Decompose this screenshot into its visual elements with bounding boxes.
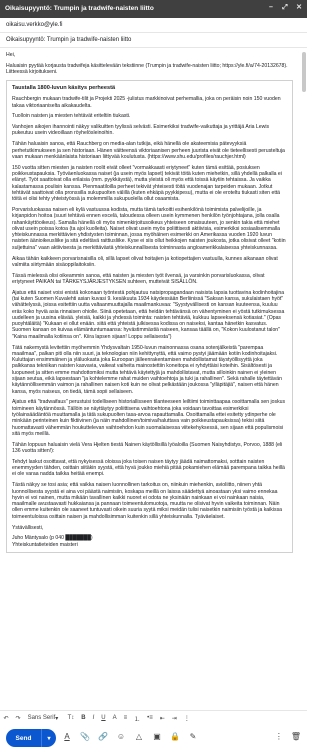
quote-paragraph: Tätä nakemystä levitettiin myöhemmin Yhd… [12, 344, 282, 395]
to-recipient[interactable]: oikaisu.verkko@yle.fi [6, 22, 62, 28]
numbered-list-icon[interactable]: ⒈ [131, 711, 144, 725]
expand-icon[interactable]: ⤢ [280, 3, 290, 13]
subject-value[interactable]: Oikaisupyyntö: Trumpin ja tradwife-naist… [6, 37, 131, 43]
compose-actions-right: ⋮ 🗑 [275, 732, 301, 741]
photo-icon[interactable]: ▣ [152, 732, 162, 741]
formatting-toolbar: ↶ ↷ Sans Serif ▾ T↕ B I U A ≡ ⒈ •≡ ⇤ ⇥ ⋮ [0, 710, 307, 725]
link-icon[interactable]: 🔗 [98, 732, 108, 741]
attach-icon[interactable]: 📎 [80, 732, 90, 741]
quoted-text: Taustalla 1800-luvun käsitys perheestä R… [6, 80, 293, 553]
quote-heading: Taustalla 1800-luvun käsitys perheestä [12, 85, 116, 92]
undo-icon[interactable]: ↶ [0, 711, 12, 725]
message-body[interactable]: Hei, Haluaisin pyytää korjausta tradwife… [6, 52, 293, 558]
compose-bottom-bar: Send ▾ A 📎 🔗 ☺ △ ▣ 🔒 ✎ ⋮ 🗑 [0, 726, 307, 751]
window-controls: – ⤢ ✕ [266, 3, 304, 13]
compose-actions: A 📎 🔗 ☺ △ ▣ 🔒 ✎ [62, 732, 198, 741]
quote-paragraph: Tehdyt laskut osoittavat, että nykyisess… [12, 458, 285, 478]
bulleted-list-icon[interactable]: •≡ [144, 711, 157, 725]
quote-paragraph: Rauchbergin mukaan tradwife-tilit ja Pro… [12, 96, 281, 109]
greeting: Hei, [6, 52, 16, 58]
text-color-icon[interactable]: A [109, 711, 120, 725]
quote-paragraph: Tässä mielessä olisi oikeammin sanoa, et… [12, 272, 265, 285]
redo-icon[interactable]: ↷ [12, 711, 24, 725]
body-scrollbar[interactable] [302, 52, 306, 92]
quote-paragraph: Tuolloin naisten ja miesten tehtävät eri… [12, 113, 131, 120]
quote-paragraph: Ajatus että naiset voisi enistä kokonaan… [12, 289, 285, 340]
trash-icon[interactable]: 🗑 [291, 732, 301, 741]
send-options-icon[interactable]: ▾ [41, 729, 56, 747]
quote-paragraph: Vanhojen aikojen ihannointi näkyy valiku… [12, 124, 270, 137]
quote-paragraph: Tähän loppuun haluaisin vielä Vera Hjelt… [12, 441, 283, 455]
more-options-icon[interactable]: ⋮ [275, 732, 283, 741]
more-formatting-icon[interactable]: ⋮ [180, 711, 193, 725]
signature-title: Yhteiskuntatieteiden maisteri [12, 541, 78, 548]
lock-icon[interactable]: 🔒 [170, 732, 180, 741]
quote-paragraph: Tähän haluaisin sanoa, että Rauchberg on… [12, 141, 285, 160]
font-size-icon[interactable]: T↕ [64, 711, 78, 725]
indent-more-icon[interactable]: ⇥ [168, 711, 180, 725]
emoji-icon[interactable]: ☺ [116, 732, 126, 741]
minimize-icon[interactable]: – [266, 3, 276, 13]
chevron-down-icon: ▾ [55, 715, 59, 722]
align-icon[interactable]: ≡ [120, 711, 131, 725]
drive-icon[interactable]: △ [134, 732, 144, 741]
formatting-options-icon[interactable]: A [62, 732, 72, 741]
quote-paragraph: Ajatus että "tradwaifaus" perustuisi tod… [12, 399, 286, 437]
underline-button[interactable]: U [98, 711, 109, 725]
signature-pen-icon[interactable]: ✎ [188, 732, 198, 741]
to-field[interactable]: oikaisu.verkko@yle.fi [0, 18, 307, 33]
signature-closing: Ystävällisesti, [12, 524, 44, 531]
compose-title: Oikaisupyyntö: Trumpin ja tradwife-naist… [5, 5, 154, 12]
intro-paragraph: Haluaisin pyytää korjausta tradwifeja kä… [6, 63, 288, 76]
quote-paragraph: 150 vuotta sitten miesten ja naisten roo… [12, 164, 282, 203]
bold-button[interactable]: B [78, 711, 89, 725]
close-icon[interactable]: ✕ [294, 3, 304, 13]
font-family-value: Sans Serif [27, 715, 56, 721]
font-family-select[interactable]: Sans Serif ▾ [24, 711, 64, 725]
send-button[interactable]: Send ▾ [6, 729, 56, 747]
quote-paragraph: Aikaa tähän kaikkeen porvarisnaisilla ol… [12, 255, 278, 268]
send-label[interactable]: Send [6, 735, 41, 742]
quote-paragraph: Tästä näkyy se tosi asia; että vaikka na… [12, 482, 283, 520]
subject-field[interactable]: Oikaisupyyntö: Trumpin ja tradwife-naist… [0, 33, 307, 48]
italic-button[interactable]: I [89, 711, 98, 725]
compose-titlebar: Oikaisupyyntö: Trumpin ja tradwife-naist… [0, 0, 307, 18]
indent-less-icon[interactable]: ⇤ [156, 711, 168, 725]
quote-paragraph: Porvarisluokassa naisen eli kylä vastuus… [12, 206, 286, 251]
